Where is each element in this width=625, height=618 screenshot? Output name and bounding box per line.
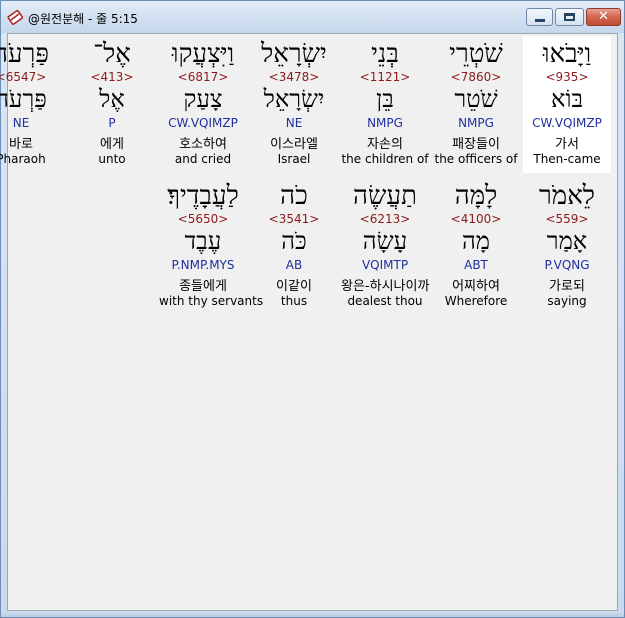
- word-lemma: כֹּה: [281, 227, 307, 255]
- window-bottom-border: [1, 611, 624, 617]
- word-english: saying: [547, 294, 587, 308]
- word-strong: <6213>: [359, 212, 411, 226]
- word-english: and cried: [174, 152, 232, 166]
- word-hebrew: כֹה: [280, 181, 308, 211]
- word-strong: <3478>: [268, 70, 320, 84]
- word-hebrew: וַיָּבֹאוּ: [542, 39, 592, 69]
- word-english: dealest thou: [347, 294, 423, 308]
- word-morph: NMPG: [458, 116, 494, 130]
- word-morph: P.NMP.MYS: [171, 258, 235, 272]
- word-cell[interactable]: פַּרְעֹה <6547> פַּרְעֹה NE 바로 Pharaoh: [0, 36, 65, 173]
- word-strong: <935>: [545, 70, 589, 84]
- word-cell[interactable]: אֶל־ <413> אֶל P 에게 unto: [68, 36, 156, 173]
- word-cell[interactable]: וַיִּצְעֲקוּ <6817> צָעַק CW.VQIMZP 호소하여 and …: [159, 36, 247, 173]
- word-cell[interactable]: לַעֲבָדֶיךָ׃ <5650> עֶבֶד P.NMP.MYS 종들에게 with…: [159, 178, 264, 315]
- word-strong: <6817>: [177, 70, 229, 84]
- word-cell[interactable]: וַיָּבֹאוּ <935> בּוֹא CW.VQIMZP 가서 Then-came: [523, 36, 611, 173]
- word-cell[interactable]: בְּנֵי <1121> בֵּן NMPG 자손의 the children of: [341, 36, 429, 173]
- word-morph: AB: [285, 258, 303, 272]
- word-korean: 바로: [9, 137, 33, 152]
- word-korean: 왕은-하시나이까: [341, 279, 430, 294]
- word-lemma: אָמַר: [546, 227, 588, 255]
- word-korean: 에게: [100, 137, 124, 152]
- minimize-button[interactable]: [526, 8, 553, 26]
- word-strong: <5650>: [177, 212, 229, 226]
- word-cell[interactable]: כֹה <3541> כֹּה AB 이같이 thus: [250, 178, 338, 315]
- word-korean: 가서: [555, 137, 579, 152]
- word-korean: 이같이: [276, 279, 312, 294]
- word-korean: 패장들이: [452, 137, 500, 152]
- word-lemma: פַּרְעֹה: [0, 85, 47, 113]
- analysis-panel: וַיָּבֹאוּ <935> בּוֹא CW.VQIMZP 가서 Then-came…: [0, 33, 618, 611]
- word-strong: <413>: [90, 70, 134, 84]
- word-morph: NE: [12, 116, 30, 130]
- word-english: Wherefore: [444, 294, 508, 308]
- word-lemma: עֶבֶד: [184, 227, 222, 255]
- word-hebrew: תַעֲשֶׂה: [353, 181, 417, 211]
- word-lemma: יִשְׂרָאֵל: [263, 85, 325, 113]
- word-strong: <7860>: [450, 70, 502, 84]
- word-english: unto: [98, 152, 126, 166]
- word-morph: NE: [285, 116, 303, 130]
- word-cell[interactable]: תַעֲשֶׂה <6213> עָשָׂה VQIMTP 왕은-하시나이까 deales…: [341, 178, 429, 315]
- word-lemma: בּוֹא: [550, 85, 584, 113]
- word-lemma: שֹׁטֵר: [454, 85, 498, 113]
- word-morph: P.VQNG: [544, 258, 590, 272]
- word-strong: <559>: [545, 212, 589, 226]
- word-hebrew: פַּרְעֹה: [0, 39, 50, 69]
- word-hebrew: לֵאמֹר: [539, 181, 595, 211]
- word-hebrew: אֶל־: [93, 39, 131, 69]
- app-icon: [7, 9, 23, 25]
- close-icon: ✕: [598, 9, 609, 24]
- word-hebrew: יִשְׂרָאֵל: [261, 39, 327, 69]
- maximize-icon: [564, 13, 575, 21]
- word-cell[interactable]: יִשְׂרָאֵל <3478> יִשְׂרָאֵל NE 이스라엘 Israel: [250, 36, 338, 173]
- close-button[interactable]: ✕: [586, 8, 621, 26]
- word-korean: 이스라엘: [270, 137, 318, 152]
- word-morph: VQIMTP: [361, 258, 409, 272]
- word-korean: 어찌하여: [452, 279, 500, 294]
- word-korean: 자손의: [367, 137, 403, 152]
- word-lemma: צָעַק: [183, 85, 223, 113]
- word-english: Pharaoh: [0, 152, 46, 166]
- minimize-icon: [535, 19, 545, 22]
- word-english: Israel: [277, 152, 311, 166]
- word-korean: 호소하여: [179, 137, 227, 152]
- word-lemma: אֶל: [99, 85, 125, 113]
- word-lemma: בֵּן: [376, 85, 394, 113]
- word-english: Then-came: [533, 152, 601, 166]
- word-hebrew: בְּנֵי: [371, 39, 399, 69]
- word-strong: <1121>: [359, 70, 411, 84]
- window-title: @원전분해 - 줄 5:15: [28, 12, 138, 26]
- maximize-button[interactable]: [555, 8, 584, 26]
- word-hebrew: וַיִּצְעֲקוּ: [171, 39, 235, 69]
- word-morph: CW.VQIMZP: [532, 116, 602, 130]
- word-hebrew: לָמָּה: [454, 181, 498, 211]
- word-strong: <6547>: [0, 70, 47, 84]
- word-lemma: עָשָׂה: [362, 227, 408, 255]
- word-morph: P: [108, 116, 116, 130]
- word-english: with thy servants: [159, 294, 264, 308]
- word-morph: CW.VQIMZP: [168, 116, 238, 130]
- word-korean: 가로되: [549, 279, 585, 294]
- app-window: @원전분해 - 줄 5:15 ✕ וַיָּבֹאוּ <935> בּוֹא CW.…: [0, 0, 625, 618]
- word-strong: <4100>: [450, 212, 502, 226]
- word-korean: 종들에게: [179, 279, 227, 294]
- word-english: the officers of: [434, 152, 518, 166]
- word-cell[interactable]: לָמָּה <4100> מָה ABT 어찌하여 Wherefore: [432, 178, 520, 315]
- word-hebrew: לַעֲבָדֶיךָ׃: [167, 181, 239, 211]
- word-cell[interactable]: לֵאמֹר <559> אָמַר P.VQNG 가로되 saying: [523, 178, 611, 315]
- word-hebrew: שֹׁטְרֵי: [449, 39, 503, 69]
- word-lemma: מָה: [461, 227, 491, 255]
- title-bar[interactable]: @원전분해 - 줄 5:15 ✕: [1, 1, 624, 33]
- word-morph: ABT: [464, 258, 488, 272]
- word-english: the children of: [341, 152, 429, 166]
- word-morph: NMPG: [367, 116, 403, 130]
- word-strong: <3541>: [268, 212, 320, 226]
- word-cell[interactable]: שֹׁטְרֵי <7860> שֹׁטֵר NMPG 패장들이 the officers…: [432, 36, 520, 173]
- word-english: thus: [280, 294, 308, 308]
